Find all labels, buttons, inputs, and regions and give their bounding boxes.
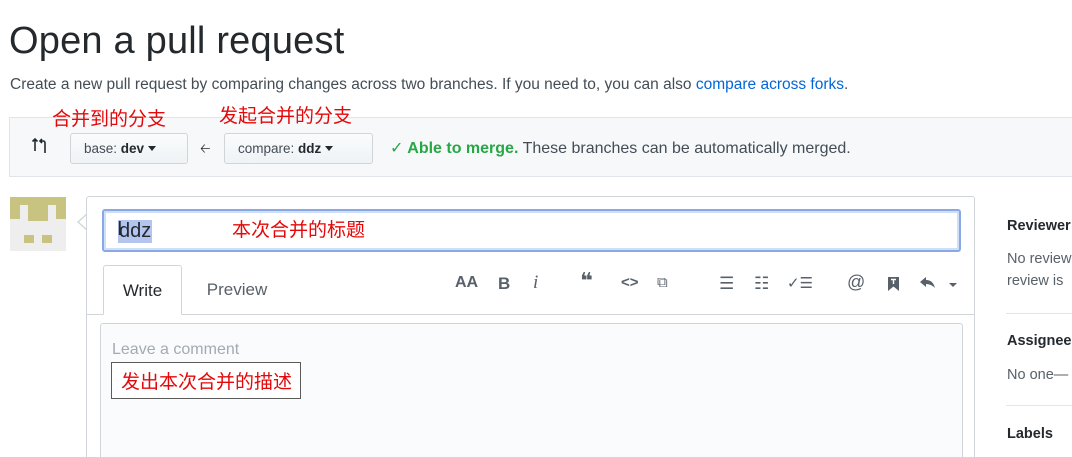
base-branch-select[interactable]: base: dev (70, 133, 188, 164)
numbered-list-icon[interactable]: ☷ (754, 274, 769, 294)
mention-icon[interactable]: @ (847, 272, 865, 293)
page-title: Open a pull request (9, 20, 345, 62)
compare-icon (31, 137, 46, 153)
chevron-down-icon (325, 145, 334, 151)
page-subtitle: Create a new pull request by comparing c… (10, 76, 848, 94)
tab-preview[interactable]: Preview (196, 265, 278, 315)
merge-status-ok: Able to merge. (407, 140, 519, 157)
compare-across-forks-link[interactable]: compare across forks (696, 76, 844, 93)
sidebar-assignees-text: No one— (1007, 367, 1069, 383)
sidebar-reviewers-heading[interactable]: Reviewer (1007, 218, 1071, 234)
sidebar-divider (1006, 405, 1072, 406)
reply-icon[interactable] (919, 277, 957, 291)
avatar (10, 197, 66, 251)
sidebar-assignees-heading[interactable]: Assignee (1007, 333, 1071, 349)
header-icon[interactable]: AA (455, 274, 478, 292)
base-branch-name: dev (120, 141, 145, 156)
compare-branch-prefix: compare: (238, 141, 299, 156)
merge-status-text: These branches can be automatically merg… (518, 140, 851, 157)
subtitle-text: Create a new pull request by comparing c… (10, 76, 696, 93)
italic-icon[interactable]: i (533, 272, 538, 294)
annotation-description: 发出本次合并的描述 (111, 362, 302, 399)
annotation-title: 本次合并的标题 (232, 219, 366, 241)
bulleted-list-icon[interactable]: ☰ (719, 274, 734, 294)
compare-branch-name: ddz (298, 141, 322, 156)
compare-branch-select[interactable]: compare: ddz (224, 133, 373, 164)
sidebar-reviewers-text-1: No review (1007, 251, 1072, 267)
tab-write[interactable]: Write (103, 265, 182, 315)
title-input[interactable]: ddz I (102, 209, 961, 252)
branch-range-bar: base: dev 🡠 compare: ddz ✓ Able to merge… (9, 117, 1072, 177)
link-icon[interactable]: ⧉ (657, 274, 668, 291)
comment-placeholder: Leave a comment (112, 341, 240, 358)
bold-icon[interactable]: B (498, 274, 510, 294)
code-icon[interactable]: <> (621, 274, 639, 291)
subtitle-end: . (844, 76, 849, 93)
check-icon: ✓ (390, 140, 408, 157)
tab-divider (87, 314, 975, 315)
saved-reply-icon[interactable] (887, 276, 900, 292)
base-branch-prefix: base: (84, 141, 121, 156)
task-list-icon[interactable]: ✓☰ (787, 274, 813, 292)
sidebar-labels-heading[interactable]: Labels (1007, 426, 1053, 442)
sidebar-reviewers-text-2: review is (1007, 273, 1064, 289)
quote-icon[interactable]: ❝ (580, 268, 593, 294)
annotation-base-branch: 合并到的分支 (52, 108, 167, 130)
merge-status: ✓ Able to merge. These branches can be a… (390, 138, 851, 158)
title-input-value: ddz (118, 220, 153, 243)
arrow-left-icon: 🡠 (200, 141, 211, 156)
annotation-compare-branch: 发起合并的分支 (219, 105, 353, 127)
text-cursor-icon: I (117, 218, 123, 240)
sidebar-divider (1006, 313, 1072, 314)
chevron-down-icon (148, 145, 157, 151)
